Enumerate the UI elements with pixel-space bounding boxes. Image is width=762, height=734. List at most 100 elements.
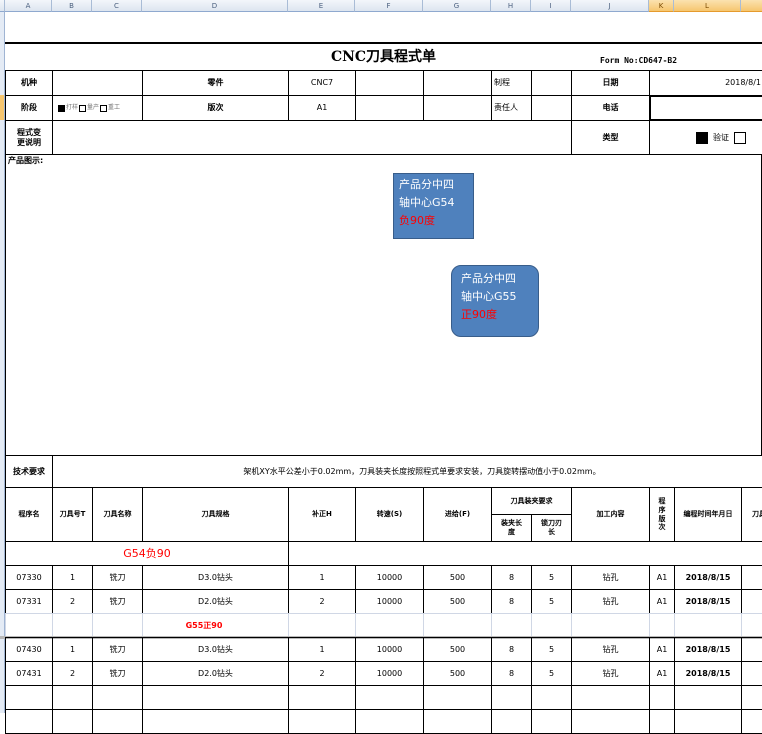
table-cell-tool-name[interactable]: 铣刀 bbox=[92, 565, 143, 590]
group-cell[interactable] bbox=[571, 613, 650, 638]
table-cell-tool-life[interactable] bbox=[741, 589, 762, 614]
table-cell-clamp-len[interactable]: 8 bbox=[491, 637, 532, 662]
table-cell-ver[interactable]: A1 bbox=[649, 565, 675, 590]
empty-cell[interactable] bbox=[142, 685, 289, 710]
callout-g54[interactable]: 产品分中四 轴中心G54 负90度 bbox=[393, 173, 474, 239]
checkbox-rework[interactable] bbox=[100, 104, 108, 112]
group-cell[interactable] bbox=[491, 613, 532, 638]
table-cell-speed[interactable]: 10000 bbox=[355, 565, 424, 590]
table-cell-blade-len[interactable]: 5 bbox=[531, 589, 572, 614]
table-cell-program[interactable]: 07330 bbox=[5, 565, 53, 590]
table-cell-tool-spec[interactable]: D2.0钻头 bbox=[142, 661, 289, 686]
column-header-h[interactable]: H bbox=[491, 0, 531, 12]
table-cell-feed[interactable]: 500 bbox=[423, 661, 492, 686]
column-header-d[interactable]: D bbox=[142, 0, 288, 12]
group-cell[interactable] bbox=[531, 613, 572, 638]
table-cell-tool-life[interactable] bbox=[741, 565, 762, 590]
table-cell-program[interactable]: 07430 bbox=[5, 637, 53, 662]
group-label[interactable]: G54负90 bbox=[5, 541, 289, 566]
table-cell-blade-len[interactable]: 5 bbox=[531, 661, 572, 686]
table-cell-date[interactable]: 2018/8/15 bbox=[674, 637, 742, 662]
empty-cell[interactable] bbox=[571, 685, 650, 710]
column-header-m[interactable]: M bbox=[741, 0, 762, 12]
checkbox-sample[interactable] bbox=[58, 104, 65, 112]
version-value[interactable]: A1 bbox=[288, 95, 356, 121]
table-cell-offset[interactable]: 2 bbox=[288, 661, 356, 686]
empty-cell[interactable] bbox=[92, 685, 143, 710]
table-cell-clamp-len[interactable]: 8 bbox=[491, 661, 532, 686]
table-cell-content[interactable]: 钻孔 bbox=[571, 637, 650, 662]
process-value[interactable] bbox=[531, 70, 572, 96]
column-header-e[interactable]: E bbox=[288, 0, 355, 12]
group-cell[interactable] bbox=[5, 613, 53, 638]
table-cell-blade-len[interactable]: 5 bbox=[531, 565, 572, 590]
table-cell-date[interactable]: 2018/8/15 bbox=[674, 661, 742, 686]
empty-cell[interactable] bbox=[355, 685, 424, 710]
group-cell[interactable] bbox=[674, 613, 742, 638]
table-cell-tool-life[interactable] bbox=[741, 637, 762, 662]
table-cell-content[interactable]: 钻孔 bbox=[571, 661, 650, 686]
table-cell-feed[interactable]: 500 bbox=[423, 589, 492, 614]
table-cell-ver[interactable]: A1 bbox=[649, 637, 675, 662]
table-cell-tool-spec[interactable]: D3.0钻头 bbox=[142, 637, 289, 662]
empty-cell[interactable] bbox=[288, 685, 356, 710]
cell-f[interactable] bbox=[355, 70, 424, 96]
checkbox-verify[interactable] bbox=[696, 131, 708, 144]
table-cell-tool-name[interactable]: 铣刀 bbox=[92, 589, 143, 614]
group-cell[interactable] bbox=[649, 613, 675, 638]
table-cell-speed[interactable]: 10000 bbox=[355, 637, 424, 662]
group-label[interactable]: G55正90 bbox=[52, 613, 356, 638]
group-cell[interactable] bbox=[741, 613, 762, 638]
group-row-blank[interactable] bbox=[288, 541, 762, 566]
table-cell-tool-life[interactable] bbox=[741, 661, 762, 686]
empty-cell[interactable] bbox=[52, 685, 93, 710]
column-header-c[interactable]: C bbox=[92, 0, 142, 12]
part-value[interactable]: CNC7 bbox=[288, 70, 356, 96]
empty-cell[interactable] bbox=[423, 685, 492, 710]
empty-cell[interactable] bbox=[649, 685, 675, 710]
stage-options[interactable]: 打样 量产 重工 bbox=[52, 95, 143, 121]
table-cell-speed[interactable]: 10000 bbox=[355, 661, 424, 686]
table-cell-offset[interactable]: 1 bbox=[288, 565, 356, 590]
checkbox-type2[interactable] bbox=[734, 131, 746, 144]
change-value[interactable] bbox=[52, 120, 572, 155]
empty-cell[interactable] bbox=[674, 685, 742, 710]
group-cell[interactable] bbox=[355, 613, 424, 638]
column-header-g[interactable]: G bbox=[423, 0, 491, 12]
checkbox-mass[interactable] bbox=[79, 104, 87, 112]
callout-g55[interactable]: 产品分中四 轴中心G55 正90度 bbox=[451, 265, 539, 337]
date-value[interactable]: 2018/8/1 bbox=[649, 70, 762, 96]
table-cell-blade-len[interactable]: 5 bbox=[531, 637, 572, 662]
phone-value[interactable] bbox=[649, 95, 762, 121]
cell-g2[interactable] bbox=[423, 95, 492, 121]
table-cell-feed[interactable]: 500 bbox=[423, 565, 492, 590]
table-cell-program[interactable]: 07431 bbox=[5, 661, 53, 686]
select-all-corner[interactable] bbox=[0, 0, 5, 12]
empty-cell[interactable] bbox=[531, 685, 572, 710]
column-header-k[interactable]: K bbox=[649, 0, 674, 12]
cell-f2[interactable] bbox=[355, 95, 424, 121]
column-header-f[interactable]: F bbox=[355, 0, 423, 12]
cell-g[interactable] bbox=[423, 70, 492, 96]
table-cell-tool-name[interactable]: 铣刀 bbox=[92, 661, 143, 686]
owner-value[interactable] bbox=[531, 95, 572, 121]
table-cell-date[interactable]: 2018/8/15 bbox=[674, 565, 742, 590]
column-header-a[interactable]: A bbox=[5, 0, 52, 12]
column-header-b[interactable]: B bbox=[52, 0, 92, 12]
table-cell-tool-no[interactable]: 1 bbox=[52, 637, 93, 662]
type-options[interactable]: 验证 bbox=[649, 120, 762, 155]
tech-req-text[interactable]: 架机XY水平公差小于0.02mm，刀具装夹长度按照程式单要求安装，刀具旋转摆动值… bbox=[52, 455, 762, 488]
table-cell-clamp-len[interactable]: 8 bbox=[491, 565, 532, 590]
column-header-i[interactable]: I bbox=[531, 0, 571, 12]
table-cell-offset[interactable]: 1 bbox=[288, 637, 356, 662]
table-cell-tool-name[interactable]: 铣刀 bbox=[92, 637, 143, 662]
table-cell-tool-spec[interactable]: D3.0钻头 bbox=[142, 565, 289, 590]
table-cell-tool-no[interactable]: 2 bbox=[52, 661, 93, 686]
table-cell-content[interactable]: 钻孔 bbox=[571, 589, 650, 614]
table-cell-feed[interactable]: 500 bbox=[423, 637, 492, 662]
table-cell-ver[interactable]: A1 bbox=[649, 661, 675, 686]
empty-cell[interactable] bbox=[5, 685, 53, 710]
table-cell-content[interactable]: 钻孔 bbox=[571, 565, 650, 590]
machine-value[interactable] bbox=[52, 70, 143, 96]
empty-cell[interactable] bbox=[491, 685, 532, 710]
